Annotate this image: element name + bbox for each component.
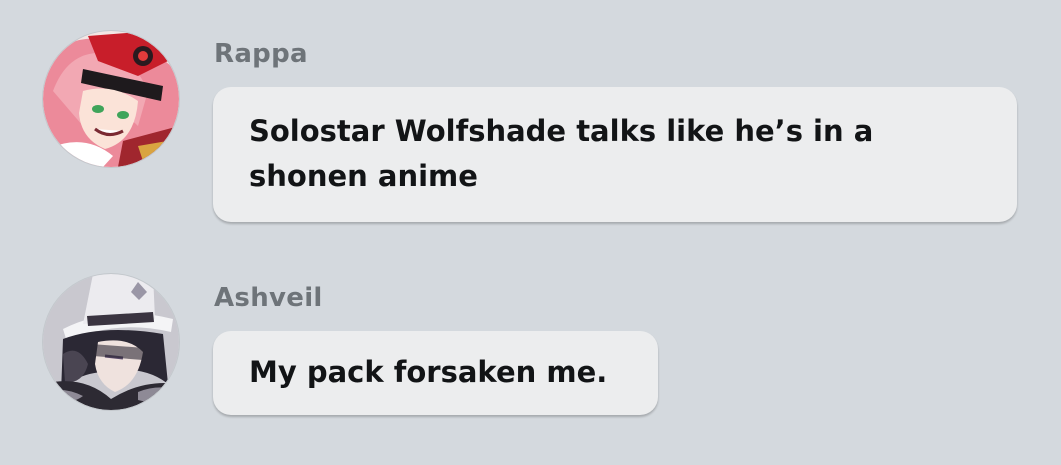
sender-name: Ashveil (214, 283, 323, 313)
message-bubble[interactable]: My pack forsaken me. (213, 331, 658, 415)
avatar[interactable] (43, 274, 179, 410)
ashveil-avatar-icon (43, 274, 179, 410)
message-item: Ashveil My pack forsaken me. (0, 0, 1061, 465)
chat-log: Rappa Solostar Wolfshade talks like he’s… (0, 0, 1061, 465)
message-text: My pack forsaken me. (249, 355, 608, 389)
